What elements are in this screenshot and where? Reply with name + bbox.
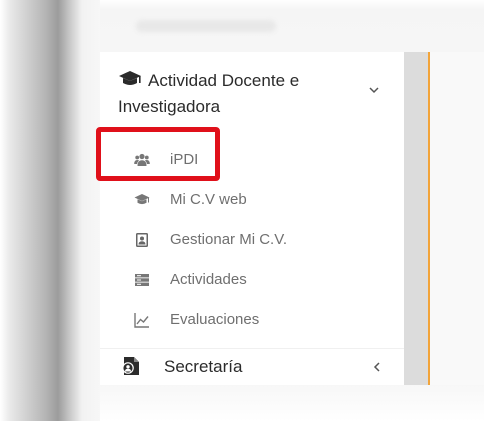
- graduation-cap-icon: [119, 71, 141, 85]
- menu-item-label: Gestionar Mi C.V.: [170, 231, 287, 248]
- section-title-text: Actividad Docente e Investigadora: [118, 71, 300, 116]
- sidebar-scrollbar[interactable]: [404, 52, 428, 385]
- blurred-background-bottom: [100, 385, 484, 421]
- sidebar: Actividad Docente e Investigadora iPDI M…: [100, 52, 404, 385]
- section2-title: Secretaría: [164, 357, 243, 376]
- file-user-icon: [122, 357, 139, 375]
- list-icon: [135, 274, 149, 286]
- address-card-icon: [136, 233, 148, 247]
- menu-item-mi-cv-web[interactable]: Mi C.V web: [100, 180, 404, 220]
- section-header-secretaria[interactable]: Secretaría: [100, 348, 404, 387]
- menu-item-evaluaciones[interactable]: Evaluaciones: [100, 300, 404, 340]
- blurred-header-text: [136, 20, 276, 32]
- menu-item-label: Actividades: [170, 271, 247, 288]
- blurred-background-left: [0, 0, 100, 421]
- menu-item-gestionar-mi-cv[interactable]: Gestionar Mi C.V.: [100, 220, 404, 260]
- chevron-down-icon[interactable]: [366, 82, 382, 98]
- chevron-left-icon[interactable]: [372, 361, 382, 373]
- graduation-cap-icon: [134, 194, 150, 205]
- highlight-box: [96, 127, 220, 181]
- main-content-area: [430, 52, 484, 385]
- menu-item-label: Mi C.V web: [170, 191, 247, 208]
- section-header-actividad-docente[interactable]: Actividad Docente e Investigadora: [118, 68, 388, 120]
- menu-item-label: Evaluaciones: [170, 311, 260, 328]
- menu-item-actividades[interactable]: Actividades: [100, 260, 404, 300]
- blurred-background-top: [100, 0, 484, 52]
- line-chart-icon: [134, 313, 149, 328]
- section-title: Actividad Docente e Investigadora: [118, 68, 388, 120]
